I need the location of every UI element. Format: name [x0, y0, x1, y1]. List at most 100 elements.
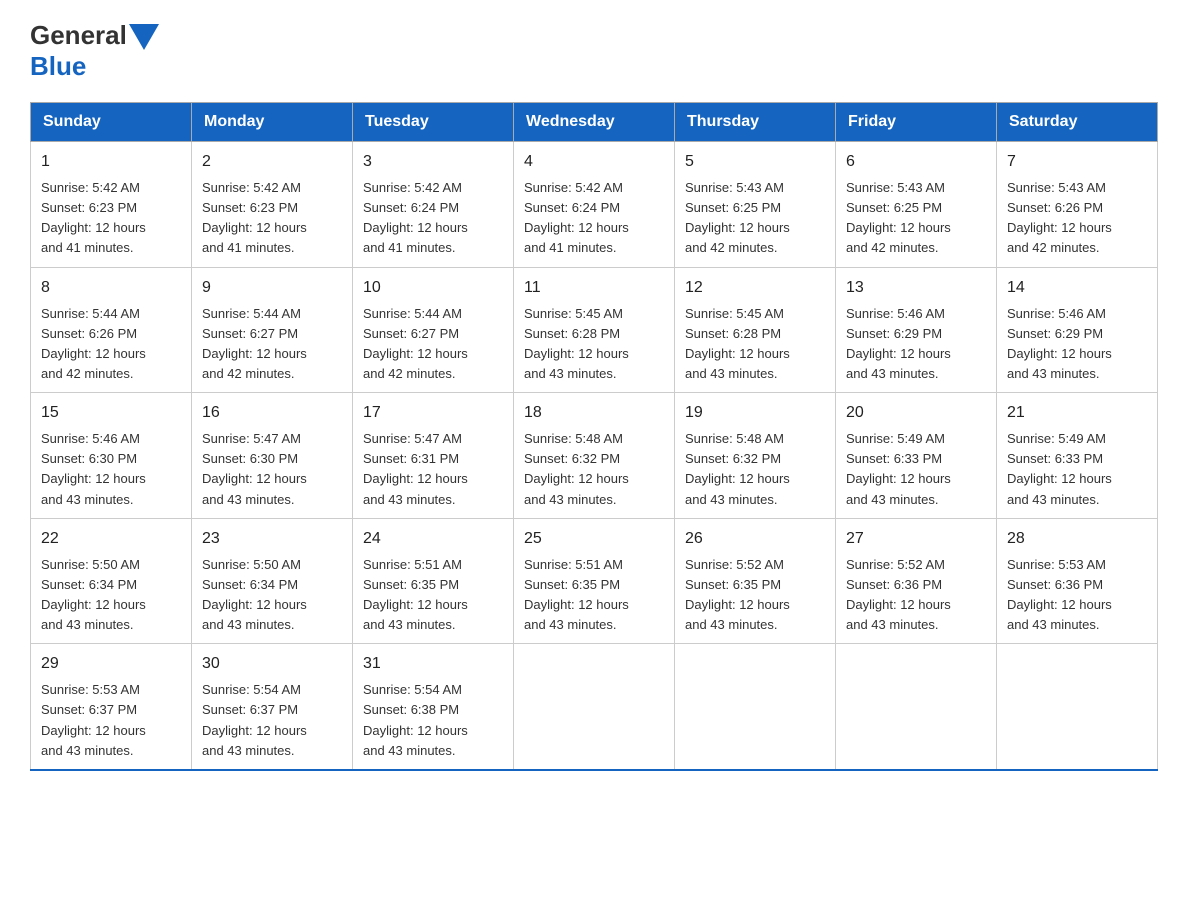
day-info: Sunrise: 5:45 AMSunset: 6:28 PMDaylight:… — [685, 306, 790, 381]
day-info: Sunrise: 5:44 AMSunset: 6:27 PMDaylight:… — [202, 306, 307, 381]
day-number: 1 — [41, 150, 181, 174]
day-info: Sunrise: 5:43 AMSunset: 6:25 PMDaylight:… — [846, 180, 951, 255]
calendar-day-cell: 27 Sunrise: 5:52 AMSunset: 6:36 PMDaylig… — [836, 518, 997, 644]
calendar-day-cell: 28 Sunrise: 5:53 AMSunset: 6:36 PMDaylig… — [997, 518, 1158, 644]
calendar-day-cell: 12 Sunrise: 5:45 AMSunset: 6:28 PMDaylig… — [675, 267, 836, 393]
weekday-header-tuesday: Tuesday — [353, 103, 514, 142]
calendar-day-cell: 16 Sunrise: 5:47 AMSunset: 6:30 PMDaylig… — [192, 393, 353, 519]
day-number: 12 — [685, 276, 825, 300]
day-number: 13 — [846, 276, 986, 300]
calendar-day-cell — [514, 644, 675, 770]
weekday-header-saturday: Saturday — [997, 103, 1158, 142]
calendar-table: SundayMondayTuesdayWednesdayThursdayFrid… — [30, 102, 1158, 771]
calendar-day-cell: 1 Sunrise: 5:42 AMSunset: 6:23 PMDayligh… — [31, 142, 192, 268]
day-info: Sunrise: 5:48 AMSunset: 6:32 PMDaylight:… — [524, 431, 629, 506]
day-number: 10 — [363, 276, 503, 300]
logo-triangle-icon — [129, 24, 159, 50]
day-number: 28 — [1007, 527, 1147, 551]
calendar-day-cell: 13 Sunrise: 5:46 AMSunset: 6:29 PMDaylig… — [836, 267, 997, 393]
calendar-day-cell: 22 Sunrise: 5:50 AMSunset: 6:34 PMDaylig… — [31, 518, 192, 644]
day-number: 25 — [524, 527, 664, 551]
calendar-day-cell: 2 Sunrise: 5:42 AMSunset: 6:23 PMDayligh… — [192, 142, 353, 268]
day-number: 5 — [685, 150, 825, 174]
day-info: Sunrise: 5:53 AMSunset: 6:36 PMDaylight:… — [1007, 557, 1112, 632]
day-number: 19 — [685, 401, 825, 425]
calendar-day-cell: 4 Sunrise: 5:42 AMSunset: 6:24 PMDayligh… — [514, 142, 675, 268]
calendar-day-cell: 23 Sunrise: 5:50 AMSunset: 6:34 PMDaylig… — [192, 518, 353, 644]
calendar-day-cell: 20 Sunrise: 5:49 AMSunset: 6:33 PMDaylig… — [836, 393, 997, 519]
day-info: Sunrise: 5:42 AMSunset: 6:23 PMDaylight:… — [202, 180, 307, 255]
day-number: 7 — [1007, 150, 1147, 174]
calendar-day-cell: 18 Sunrise: 5:48 AMSunset: 6:32 PMDaylig… — [514, 393, 675, 519]
day-info: Sunrise: 5:46 AMSunset: 6:29 PMDaylight:… — [1007, 306, 1112, 381]
weekday-header-sunday: Sunday — [31, 103, 192, 142]
calendar-day-cell: 9 Sunrise: 5:44 AMSunset: 6:27 PMDayligh… — [192, 267, 353, 393]
day-number: 9 — [202, 276, 342, 300]
day-info: Sunrise: 5:47 AMSunset: 6:31 PMDaylight:… — [363, 431, 468, 506]
day-info: Sunrise: 5:43 AMSunset: 6:26 PMDaylight:… — [1007, 180, 1112, 255]
day-number: 18 — [524, 401, 664, 425]
day-info: Sunrise: 5:42 AMSunset: 6:24 PMDaylight:… — [363, 180, 468, 255]
day-info: Sunrise: 5:52 AMSunset: 6:36 PMDaylight:… — [846, 557, 951, 632]
day-number: 15 — [41, 401, 181, 425]
calendar-week-row: 8 Sunrise: 5:44 AMSunset: 6:26 PMDayligh… — [31, 267, 1158, 393]
calendar-day-cell: 8 Sunrise: 5:44 AMSunset: 6:26 PMDayligh… — [31, 267, 192, 393]
day-info: Sunrise: 5:42 AMSunset: 6:24 PMDaylight:… — [524, 180, 629, 255]
calendar-day-cell — [675, 644, 836, 770]
calendar-day-cell: 5 Sunrise: 5:43 AMSunset: 6:25 PMDayligh… — [675, 142, 836, 268]
day-info: Sunrise: 5:47 AMSunset: 6:30 PMDaylight:… — [202, 431, 307, 506]
calendar-day-cell: 24 Sunrise: 5:51 AMSunset: 6:35 PMDaylig… — [353, 518, 514, 644]
day-number: 6 — [846, 150, 986, 174]
day-number: 30 — [202, 652, 342, 676]
day-info: Sunrise: 5:48 AMSunset: 6:32 PMDaylight:… — [685, 431, 790, 506]
day-number: 31 — [363, 652, 503, 676]
day-info: Sunrise: 5:49 AMSunset: 6:33 PMDaylight:… — [846, 431, 951, 506]
calendar-day-cell: 29 Sunrise: 5:53 AMSunset: 6:37 PMDaylig… — [31, 644, 192, 770]
day-info: Sunrise: 5:44 AMSunset: 6:26 PMDaylight:… — [41, 306, 146, 381]
calendar-day-cell: 19 Sunrise: 5:48 AMSunset: 6:32 PMDaylig… — [675, 393, 836, 519]
day-number: 23 — [202, 527, 342, 551]
calendar-day-cell: 21 Sunrise: 5:49 AMSunset: 6:33 PMDaylig… — [997, 393, 1158, 519]
day-info: Sunrise: 5:54 AMSunset: 6:38 PMDaylight:… — [363, 682, 468, 757]
calendar-day-cell: 6 Sunrise: 5:43 AMSunset: 6:25 PMDayligh… — [836, 142, 997, 268]
calendar-day-cell: 26 Sunrise: 5:52 AMSunset: 6:35 PMDaylig… — [675, 518, 836, 644]
day-number: 29 — [41, 652, 181, 676]
calendar-day-cell: 11 Sunrise: 5:45 AMSunset: 6:28 PMDaylig… — [514, 267, 675, 393]
day-number: 4 — [524, 150, 664, 174]
day-number: 21 — [1007, 401, 1147, 425]
day-number: 11 — [524, 276, 664, 300]
logo: General Blue — [30, 20, 159, 82]
day-number: 16 — [202, 401, 342, 425]
calendar-day-cell: 7 Sunrise: 5:43 AMSunset: 6:26 PMDayligh… — [997, 142, 1158, 268]
day-number: 8 — [41, 276, 181, 300]
day-number: 24 — [363, 527, 503, 551]
day-number: 3 — [363, 150, 503, 174]
day-info: Sunrise: 5:50 AMSunset: 6:34 PMDaylight:… — [41, 557, 146, 632]
day-info: Sunrise: 5:51 AMSunset: 6:35 PMDaylight:… — [524, 557, 629, 632]
weekday-header-wednesday: Wednesday — [514, 103, 675, 142]
calendar-day-cell: 30 Sunrise: 5:54 AMSunset: 6:37 PMDaylig… — [192, 644, 353, 770]
weekday-header-monday: Monday — [192, 103, 353, 142]
day-info: Sunrise: 5:46 AMSunset: 6:29 PMDaylight:… — [846, 306, 951, 381]
calendar-day-cell: 25 Sunrise: 5:51 AMSunset: 6:35 PMDaylig… — [514, 518, 675, 644]
calendar-day-cell: 17 Sunrise: 5:47 AMSunset: 6:31 PMDaylig… — [353, 393, 514, 519]
calendar-header-row: SundayMondayTuesdayWednesdayThursdayFrid… — [31, 103, 1158, 142]
logo-text-general: General — [30, 20, 127, 51]
day-info: Sunrise: 5:44 AMSunset: 6:27 PMDaylight:… — [363, 306, 468, 381]
day-number: 17 — [363, 401, 503, 425]
day-info: Sunrise: 5:46 AMSunset: 6:30 PMDaylight:… — [41, 431, 146, 506]
weekday-header-friday: Friday — [836, 103, 997, 142]
calendar-week-row: 1 Sunrise: 5:42 AMSunset: 6:23 PMDayligh… — [31, 142, 1158, 268]
day-number: 14 — [1007, 276, 1147, 300]
calendar-day-cell: 10 Sunrise: 5:44 AMSunset: 6:27 PMDaylig… — [353, 267, 514, 393]
calendar-day-cell — [836, 644, 997, 770]
day-info: Sunrise: 5:54 AMSunset: 6:37 PMDaylight:… — [202, 682, 307, 757]
day-info: Sunrise: 5:42 AMSunset: 6:23 PMDaylight:… — [41, 180, 146, 255]
calendar-day-cell: 3 Sunrise: 5:42 AMSunset: 6:24 PMDayligh… — [353, 142, 514, 268]
calendar-day-cell: 14 Sunrise: 5:46 AMSunset: 6:29 PMDaylig… — [997, 267, 1158, 393]
day-info: Sunrise: 5:45 AMSunset: 6:28 PMDaylight:… — [524, 306, 629, 381]
calendar-week-row: 29 Sunrise: 5:53 AMSunset: 6:37 PMDaylig… — [31, 644, 1158, 770]
day-info: Sunrise: 5:53 AMSunset: 6:37 PMDaylight:… — [41, 682, 146, 757]
logo-text-blue: Blue — [30, 51, 86, 81]
calendar-day-cell: 31 Sunrise: 5:54 AMSunset: 6:38 PMDaylig… — [353, 644, 514, 770]
